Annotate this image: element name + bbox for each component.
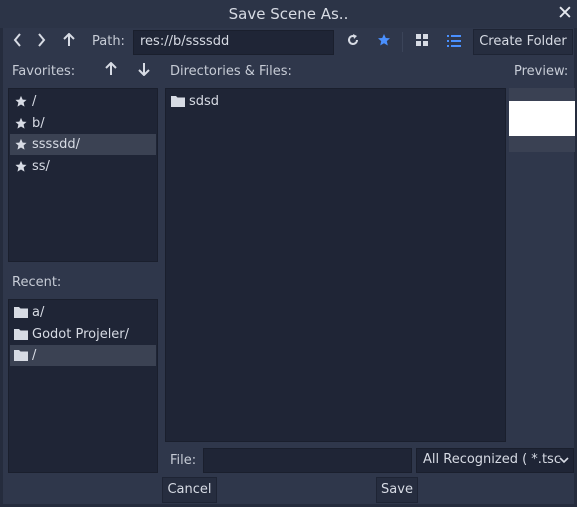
refresh-icon[interactable]: [342, 30, 364, 54]
star-icon: [15, 160, 27, 172]
favorite-item-selected[interactable]: ssssdd/: [10, 134, 156, 155]
grid-view-icon[interactable]: [411, 30, 433, 54]
favorite-item[interactable]: b/: [10, 113, 156, 134]
star-icon: [15, 138, 27, 150]
favorites-list[interactable]: / b/ ssssdd/ ss/: [8, 88, 158, 262]
favorite-item[interactable]: ss/: [10, 156, 156, 177]
recent-item[interactable]: a/: [10, 302, 156, 323]
files-label: Directories & Files:: [170, 64, 292, 79]
recent-item[interactable]: Godot Projeler/: [10, 324, 156, 345]
favorite-item[interactable]: /: [10, 91, 156, 112]
save-button[interactable]: Save: [376, 477, 418, 503]
go-up-icon[interactable]: [58, 30, 80, 54]
favorite-item-label: ssssdd/: [32, 137, 80, 152]
filename-input[interactable]: [203, 448, 412, 473]
favorite-item-label: ss/: [32, 159, 50, 174]
list-view-icon[interactable]: [443, 30, 465, 54]
favorites-label: Favorites:: [12, 64, 76, 79]
favorite-item-label: /: [32, 94, 37, 109]
create-folder-button[interactable]: Create Folder: [473, 29, 573, 55]
forward-icon[interactable]: [31, 30, 51, 54]
star-icon: [15, 95, 27, 107]
filter-select[interactable]: All Recognized ( *.tsc: [416, 448, 574, 473]
path-label: Path:: [92, 34, 125, 49]
chevron-down-icon: [559, 457, 569, 464]
file-list-item[interactable]: sdsd: [167, 91, 504, 112]
file-item-label: sdsd: [189, 94, 220, 109]
recent-list[interactable]: a/ Godot Projeler/ /: [8, 299, 158, 473]
cancel-button[interactable]: Cancel: [162, 477, 217, 503]
dialog-title: Save Scene As..: [228, 5, 349, 23]
recent-label: Recent:: [12, 275, 62, 290]
file-label: File:: [170, 453, 197, 468]
folder-icon: [171, 96, 185, 107]
recent-item-label: a/: [32, 305, 45, 320]
folder-icon: [14, 329, 28, 340]
close-icon[interactable]: ✕: [554, 2, 576, 24]
favorite-star-icon[interactable]: [373, 30, 395, 54]
move-favorite-up-icon[interactable]: [101, 59, 121, 83]
favorite-item-label: b/: [32, 116, 45, 131]
back-icon[interactable]: [8, 30, 28, 54]
path-input[interactable]: res://b/ssssdd: [133, 30, 334, 55]
folder-icon: [14, 307, 28, 318]
filter-select-value: All Recognized ( *.tsc: [423, 452, 561, 467]
preview-image: [509, 101, 575, 136]
recent-item-label: Godot Projeler/: [32, 327, 130, 342]
preview-label: Preview:: [514, 64, 569, 79]
folder-icon: [14, 350, 28, 361]
recent-item-selected[interactable]: /: [10, 345, 156, 366]
move-favorite-down-icon[interactable]: [134, 59, 154, 83]
file-list[interactable]: sdsd: [165, 88, 506, 442]
toolbar-separator: [402, 32, 403, 52]
star-icon: [15, 117, 27, 129]
recent-item-label: /: [32, 348, 37, 363]
